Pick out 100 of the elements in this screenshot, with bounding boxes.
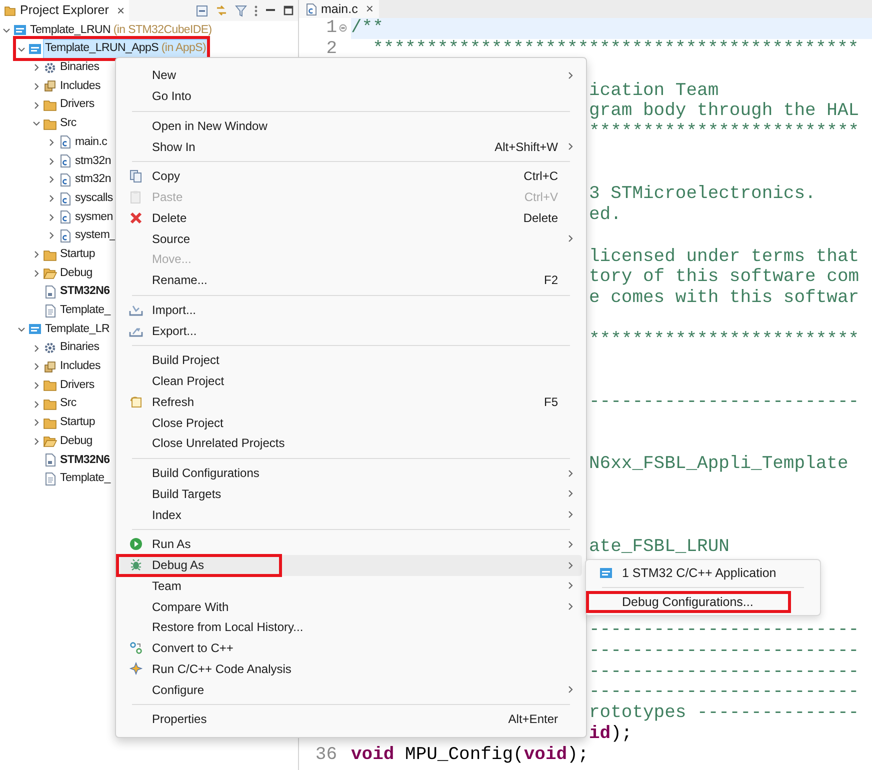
chevron-right-icon[interactable] [32,268,41,278]
menu-item[interactable]: Import... [120,300,582,320]
chevron-right-icon[interactable] [32,418,41,428]
tree-item[interactable]: Template_ [59,302,112,320]
menu-item[interactable]: Close Project [120,412,582,433]
menu-item[interactable]: New [120,65,582,86]
tree-item[interactable]: Template_LRUN_AppS (in AppS) [44,40,208,58]
chevron-right-icon[interactable] [47,175,56,184]
chevron-right-icon[interactable] [47,156,56,166]
menu-item[interactable]: Restore from Local History... [120,617,582,638]
menu-item[interactable]: Go Into [120,86,582,106]
menu-item[interactable]: 1 STM32 C/C++ Application [590,563,816,583]
tree-item[interactable]: Template_LRUN (in STM32CubeIDE) [29,22,213,39]
menu-item[interactable]: Copy Ctrl+C [120,166,582,187]
project-icon [28,42,42,56]
chevron-right-icon[interactable] [32,250,41,260]
chevron-right-icon[interactable] [32,362,41,372]
more-icon[interactable] [254,4,258,16]
menu-item[interactable]: Team [120,576,582,596]
chevron-right-icon[interactable] [47,231,56,240]
tree-item[interactable]: system_ [74,227,117,245]
code-line: ate_FSBL_LRUN [589,538,730,556]
menu-item[interactable]: Rename... F2 [120,270,582,290]
tree-item[interactable]: Src [59,115,78,132]
chevron-right-icon[interactable] [47,194,56,204]
code-line: ------------------------- [589,662,860,681]
menu-item[interactable]: Delete Delete [120,208,582,228]
tree-item[interactable]: STM32N6 [59,452,111,469]
tree-item[interactable]: Includes [59,78,102,96]
collapse-all-icon[interactable] [196,4,208,16]
chevron-down-icon[interactable] [17,44,26,54]
file-icon [58,135,72,150]
file-icon [58,154,72,168]
menu-item[interactable]: Configure [120,679,582,700]
menu-item[interactable]: Debug Configurations... [590,592,816,612]
menu-item[interactable]: Build Targets [120,484,582,504]
code-line: void MPU_Config(void); [351,746,589,764]
code-line: licensed under terms that [589,248,860,266]
chevron-down-icon[interactable] [17,324,26,334]
library-icon [43,79,57,94]
maximize-icon[interactable] [283,5,294,16]
menu-item[interactable]: Close Unrelated Projects [120,433,582,454]
tree-item[interactable]: Debug [59,432,94,450]
folder-icon [43,248,57,262]
chevron-right-icon[interactable] [47,138,56,147]
tree-item[interactable]: STM32N6 [59,283,111,301]
tree-item[interactable]: Template_LR [44,320,110,338]
code-line: 3 STMicroelectronics. [589,185,816,204]
menu-item[interactable]: Clean Project [120,370,582,392]
file-icon [58,228,72,243]
view-title[interactable]: Project Explorer [20,1,109,20]
fold-icon[interactable] [339,24,347,32]
filter-icon[interactable] [235,4,247,16]
chevron-down-icon[interactable] [32,119,41,128]
menu-item[interactable]: Export... [120,320,582,341]
tree-item[interactable]: syscalls [74,190,114,208]
menu-item[interactable]: Show In Alt+Shift+W [120,136,582,157]
tree-item[interactable]: Template_ [59,470,112,488]
code-line: id); [589,724,632,743]
menu-item[interactable]: Compare With [120,596,582,617]
tree-item[interactable]: Startup [59,414,96,432]
menu-item[interactable]: Run C/C++ Code Analysis [120,658,582,680]
chevron-right-icon[interactable] [32,436,41,446]
tree-item[interactable]: Binaries [59,59,100,76]
close-button[interactable]: × [366,0,374,19]
tree-item[interactable]: Src [59,395,78,413]
tree-item[interactable]: Debug [59,264,94,282]
menu-item[interactable]: Source [120,228,582,249]
close-button[interactable]: × [116,0,125,20]
chevron-right-icon[interactable] [32,82,41,91]
tree-item[interactable]: Binaries [59,339,100,357]
tree-item[interactable]: sysmen [74,208,114,226]
chevron-right-icon[interactable] [32,400,41,409]
editor-tab[interactable]: main.c [321,0,358,18]
chevron-right-icon[interactable] [47,212,56,222]
file-icon [43,284,57,299]
chevron-right-icon[interactable] [32,344,41,353]
menu-item[interactable]: Refresh F5 [120,392,582,412]
folder-icon [43,378,57,392]
menu-item[interactable]: Run As [120,534,582,555]
convert-icon [129,641,143,656]
chevron-right-icon[interactable] [32,63,41,72]
menu-item[interactable]: Build Configurations [120,462,582,484]
tree-item[interactable]: Drivers [59,96,96,114]
tree-item[interactable]: stm32n [74,171,112,188]
tree-item[interactable]: stm32n [74,152,112,170]
chevron-down-icon[interactable] [2,26,11,35]
tree-item[interactable]: Startup [59,246,96,264]
tree-item[interactable]: Includes [59,358,102,376]
menu-item[interactable]: Index [120,504,582,525]
menu-item[interactable]: Build Project [120,350,582,371]
chevron-right-icon[interactable] [32,100,41,110]
file-icon [43,453,57,468]
code-line: ------------------------- [589,683,860,702]
tree-item[interactable]: main.c [74,134,108,152]
menu-item[interactable]: Properties Alt+Enter [120,709,582,730]
menu-item[interactable]: Convert to C++ [120,638,582,658]
tree-item[interactable]: Drivers [59,376,96,394]
chevron-right-icon[interactable] [32,380,41,390]
menu-item[interactable]: Open in New Window [120,116,582,136]
